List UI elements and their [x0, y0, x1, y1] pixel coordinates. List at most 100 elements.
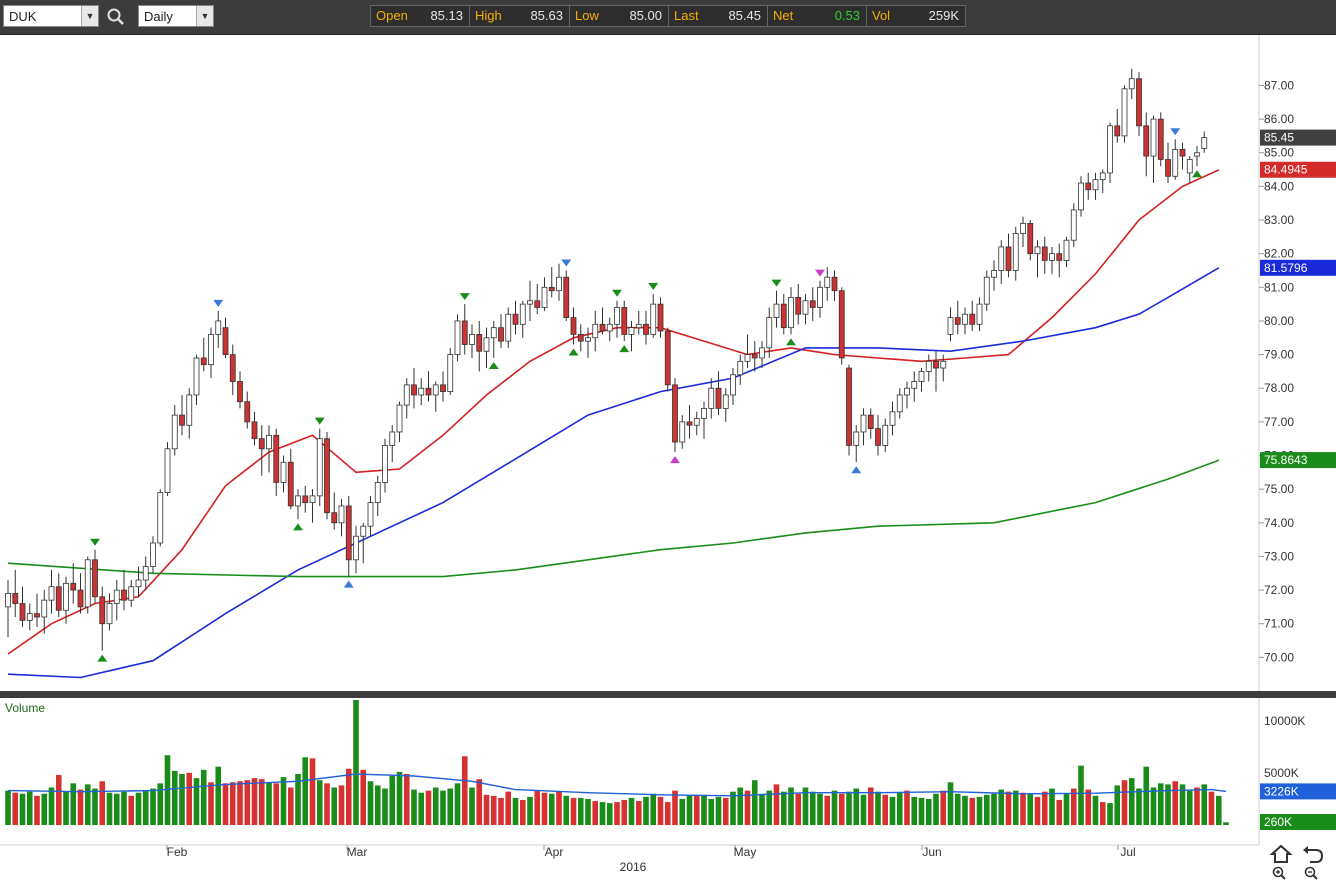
candle-body — [512, 313, 519, 325]
candle-body — [1085, 182, 1092, 191]
chart-area[interactable]: 70.0071.0072.0073.0074.0075.0076.0077.00… — [0, 0, 1336, 882]
time-tick-label: Apr — [545, 845, 564, 859]
candle-body — [411, 384, 417, 396]
candle — [157, 489, 164, 547]
candle-body — [599, 323, 606, 332]
candle-body — [418, 387, 425, 396]
volume-bar — [425, 790, 432, 825]
candle-body — [860, 414, 867, 433]
volume-bar — [171, 770, 178, 825]
volume-ma-tag-label: 3226K — [1264, 784, 1299, 798]
volume-bar — [1128, 778, 1135, 825]
candle-body — [476, 334, 483, 352]
price-tick-label: 86.00 — [1264, 112, 1294, 126]
candle-body — [824, 276, 831, 288]
volume-bar — [222, 783, 229, 825]
candle-body — [1179, 148, 1186, 157]
candle-body — [766, 317, 773, 349]
volume-axis: 10000K 5000K 3226K 260K — [1260, 714, 1336, 830]
candle-body — [1143, 125, 1150, 157]
candle-body — [106, 603, 113, 625]
volume-bar — [128, 795, 135, 825]
candle-body — [534, 300, 541, 308]
home-icon[interactable] — [1269, 844, 1293, 863]
candle-body — [548, 286, 555, 292]
candle-body — [229, 354, 236, 382]
volume-bar — [1005, 791, 1012, 825]
price-tick-label: 87.00 — [1264, 78, 1294, 92]
volume-bar — [853, 788, 860, 825]
volume-bar — [599, 802, 606, 825]
price-tick-label: 73.00 — [1264, 549, 1294, 563]
price-tick-label: 84.00 — [1264, 179, 1294, 193]
candle-body — [664, 330, 671, 386]
volume-bar — [1208, 791, 1215, 825]
volume-bar — [962, 795, 968, 825]
candle-body — [5, 593, 11, 608]
volume-bar — [577, 797, 584, 825]
year-label: 2016 — [620, 860, 647, 874]
candle-body — [505, 313, 512, 342]
candle-body — [48, 586, 55, 601]
volume-bar — [1114, 785, 1121, 825]
candle-body — [251, 421, 258, 440]
time-tick-label: Feb — [167, 845, 188, 859]
candle-body — [896, 394, 903, 413]
volume-bar — [925, 798, 932, 825]
volume-bar — [1143, 766, 1150, 825]
candle — [846, 364, 852, 456]
volume-bar — [896, 792, 903, 825]
candle-body — [606, 323, 613, 332]
volume-bar — [208, 782, 214, 825]
volume-bar — [1186, 790, 1193, 825]
candle-body — [708, 387, 715, 409]
candle-body — [969, 313, 976, 325]
candle-body — [1020, 222, 1026, 234]
volume-bar — [186, 772, 193, 825]
price-tag-label: 81.5796 — [1264, 261, 1308, 275]
candle-body — [41, 599, 48, 618]
price-tag: 81.5796 — [1260, 259, 1336, 276]
volume-bar — [99, 781, 106, 825]
zoom-in-icon[interactable] — [1272, 866, 1286, 880]
candle-body — [730, 374, 736, 396]
volume-bar — [12, 792, 19, 825]
candle-body — [425, 387, 432, 396]
panel-splitter[interactable] — [0, 691, 1336, 698]
volume-bar — [302, 757, 309, 825]
candle-body — [324, 438, 330, 514]
candle-body — [1136, 78, 1142, 127]
volume-bar — [135, 792, 142, 825]
volume-bar — [244, 780, 251, 825]
volume-bar — [548, 793, 555, 825]
price-tick-label: 71.00 — [1264, 617, 1294, 631]
volume-bar — [918, 797, 925, 825]
zoom-out-icon[interactable] — [1304, 866, 1318, 880]
candle-body — [788, 296, 794, 329]
candle-body — [1041, 246, 1048, 261]
volume-bar — [1136, 788, 1142, 825]
volume-bar — [63, 791, 69, 825]
volume-bar — [505, 791, 512, 825]
volume-bar — [55, 775, 62, 825]
volume-bar — [403, 773, 410, 825]
candle-body — [461, 320, 468, 345]
volume-bar — [26, 791, 33, 825]
volume-bar — [1157, 783, 1164, 825]
time-tick-label: Jun — [922, 845, 941, 859]
candle-body — [92, 559, 98, 598]
chart-nav-controls — [1266, 842, 1330, 882]
volume-bar — [628, 797, 635, 825]
volume-bar — [889, 796, 896, 825]
volume-bar — [846, 791, 852, 825]
candle-body — [802, 300, 809, 315]
candle-body — [186, 394, 193, 426]
candle-body — [795, 296, 802, 315]
volume-bar — [759, 793, 765, 825]
candle-body — [563, 276, 570, 318]
volume-bar — [715, 796, 722, 825]
volume-bar — [338, 785, 345, 825]
candle-body — [1172, 148, 1179, 177]
undo-icon[interactable] — [1303, 846, 1324, 863]
volume-bar — [606, 803, 613, 825]
